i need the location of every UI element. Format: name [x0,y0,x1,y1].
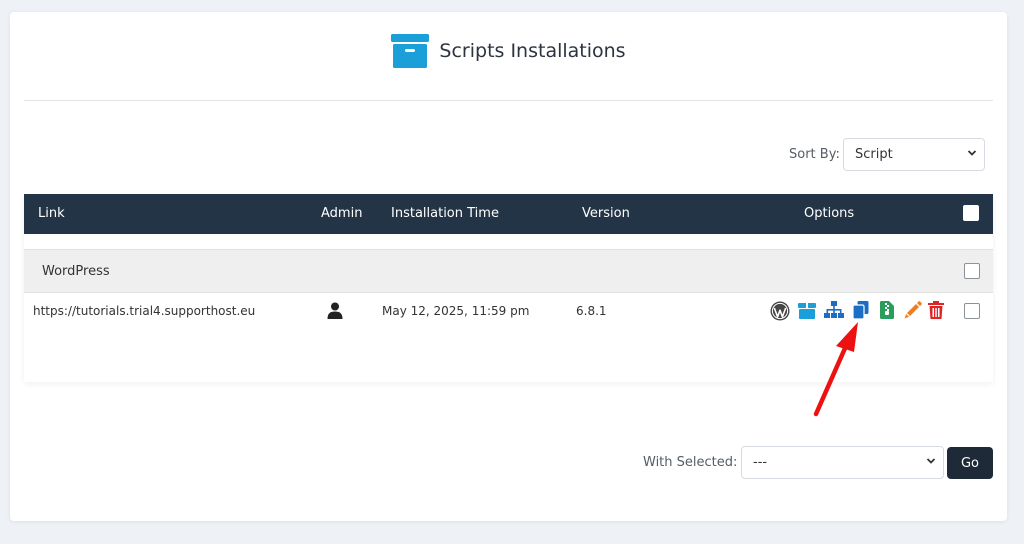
wordpress-icon[interactable] [770,301,790,321]
table-header: Link Admin Installation Time Version Opt… [24,194,993,234]
installation-link[interactable]: https://tutorials.trial4.supporthost.eu [33,304,255,318]
backup-box-icon[interactable] [798,301,816,319]
sort-by-value: Script [855,147,893,162]
column-header-version: Version [582,206,630,221]
group-checkbox[interactable] [964,263,980,279]
page-title: Scripts Installations [439,40,626,62]
bulk-action-value: --- [753,455,768,470]
clone-copy-icon[interactable] [853,301,869,319]
red-arrow-annotation [813,322,858,417]
column-header-installation-time: Installation Time [391,206,499,221]
group-row-wordpress: WordPress [24,249,993,293]
select-all-checkbox[interactable] [963,205,979,221]
delete-trash-icon[interactable] [928,301,944,319]
with-selected-label: With Selected: [643,455,738,470]
column-header-admin: Admin [321,206,363,221]
user-icon[interactable] [327,302,343,319]
sort-by-label: Sort By: [789,147,840,162]
bulk-action-select[interactable]: --- [741,446,944,479]
installation-version: 6.8.1 [576,304,607,318]
chevron-down-icon [926,458,936,464]
column-header-options: Options [804,206,855,221]
column-header-link: Link [38,206,65,221]
group-name: WordPress [42,264,110,279]
edit-pencil-icon[interactable] [904,301,922,319]
go-button[interactable]: Go [947,447,993,479]
installation-time: May 12, 2025, 11:59 pm [382,304,530,318]
file-zip-icon[interactable] [880,301,894,319]
staging-sitemap-icon[interactable] [824,301,844,319]
archive-box-icon [391,34,430,68]
chevron-down-icon [967,150,977,156]
page-header: Scripts Installations [0,34,1017,68]
row-checkbox[interactable] [964,303,980,319]
header-divider [24,100,993,101]
sort-by-select[interactable]: Script [843,138,985,171]
